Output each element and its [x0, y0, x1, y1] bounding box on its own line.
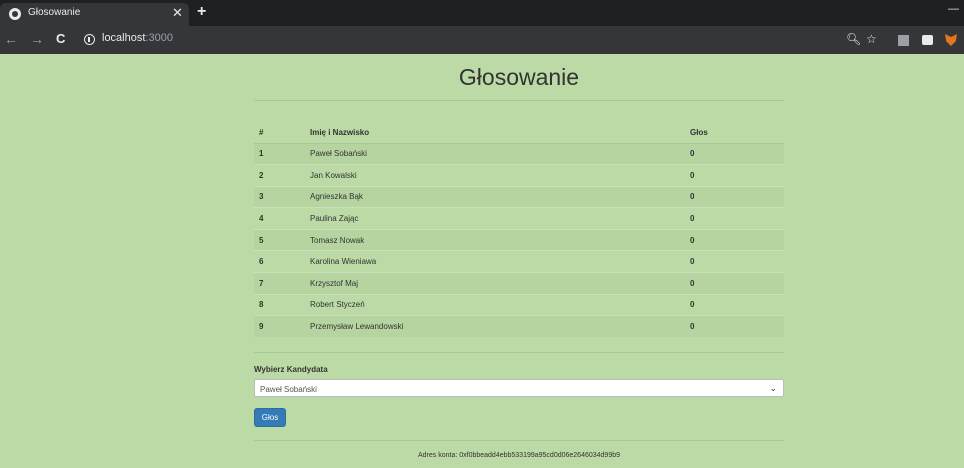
tab-title: Głosowanie [28, 7, 81, 18]
chevron-down-icon: ⌄ [769, 383, 777, 393]
cell-votes: 0 [685, 315, 784, 338]
minimize-icon[interactable]: — [948, 3, 959, 15]
cell-name: Paulina Zając [305, 207, 685, 230]
zoom-icon[interactable]: 🔍︎ [846, 31, 861, 47]
camera-extension-icon[interactable] [922, 35, 933, 45]
cell-name: Karolina Wieniawa [305, 250, 685, 273]
table-row: 9 Przemysław Lewandowski 0 [254, 315, 784, 338]
globe-icon [9, 8, 21, 20]
url-port: :3000 [145, 32, 173, 44]
candidate-select-value: Paweł Sobański [260, 385, 317, 394]
cell-number: 5 [254, 228, 305, 251]
candidates-table: # Imię i Nazwisko Głos 1 Paweł Sobański … [254, 123, 784, 338]
table-row: 6 Karolina Wieniawa 0 [254, 250, 784, 273]
cell-number: 9 [254, 315, 305, 338]
address-bar[interactable]: localhost:3000 [102, 32, 173, 44]
table-header-row: # Imię i Nazwisko Głos [254, 123, 784, 144]
select-label: Wybierz Kandydata [254, 365, 328, 374]
browser-toolbar: ← → C localhost:3000 🔍︎ ☆ [0, 26, 964, 54]
cell-votes: 0 [685, 272, 784, 295]
cell-number: 3 [254, 185, 305, 208]
cell-name: Przemysław Lewandowski [305, 315, 685, 338]
cell-number: 7 [254, 272, 305, 295]
divider [254, 352, 784, 353]
cell-number: 2 [254, 164, 305, 187]
reload-icon[interactable]: C [56, 31, 65, 47]
cell-number: 4 [254, 207, 305, 230]
bookmark-star-icon[interactable]: ☆ [866, 31, 877, 47]
cell-name: Krzysztof Maj [305, 272, 685, 295]
account-address: Adres konta: 0xf0bbeadd4ebb533199a95cd0d… [417, 452, 621, 459]
cell-votes: 0 [685, 142, 784, 165]
cell-votes: 0 [685, 164, 784, 187]
column-header-number: # [254, 123, 305, 144]
cell-name: Paweł Sobański [305, 142, 685, 165]
metamask-fox-icon[interactable] [945, 34, 957, 46]
cell-votes: 0 [685, 228, 784, 251]
info-icon[interactable] [84, 34, 95, 45]
browser-tab-bar: Głosowanie ✕ + — [0, 0, 964, 26]
cell-votes: 0 [685, 293, 784, 316]
table-row: 5 Tomasz Nowak 0 [254, 228, 784, 251]
table-row: 4 Paulina Zając 0 [254, 207, 784, 230]
cell-number: 8 [254, 293, 305, 316]
vote-button[interactable]: Głos [254, 408, 286, 427]
candidate-select[interactable]: Paweł Sobański ⌄ [254, 379, 784, 397]
divider [254, 440, 784, 441]
table-row: 2 Jan Kowalski 0 [254, 164, 784, 187]
divider [254, 100, 784, 101]
back-arrow-icon[interactable]: ← [4, 31, 18, 47]
table-row: 1 Paweł Sobański 0 [254, 142, 784, 165]
table-row: 7 Krzysztof Maj 0 [254, 272, 784, 295]
extension-icon[interactable] [898, 35, 909, 46]
cell-number: 1 [254, 142, 305, 165]
url-host: localhost [102, 32, 146, 44]
new-tab-icon[interactable]: + [197, 4, 206, 20]
cell-votes: 0 [685, 185, 784, 208]
close-tab-icon[interactable]: ✕ [172, 5, 183, 21]
cell-votes: 0 [685, 250, 784, 273]
cell-name: Jan Kowalski [305, 164, 685, 187]
cell-number: 6 [254, 250, 305, 273]
column-header-name: Imię i Nazwisko [305, 123, 685, 144]
forward-arrow-icon[interactable]: → [30, 31, 44, 47]
table-row: 8 Robert Styczeń 0 [254, 293, 784, 316]
browser-tab[interactable]: Głosowanie ✕ [0, 3, 189, 26]
column-header-votes: Głos [685, 123, 784, 144]
cell-name: Agnieszka Bąk [305, 185, 685, 208]
cell-name: Tomasz Nowak [305, 228, 685, 251]
cell-votes: 0 [685, 207, 784, 230]
cell-name: Robert Styczeń [305, 293, 685, 316]
page-title: Głosowanie [458, 64, 580, 90]
table-row: 3 Agnieszka Bąk 0 [254, 185, 784, 208]
